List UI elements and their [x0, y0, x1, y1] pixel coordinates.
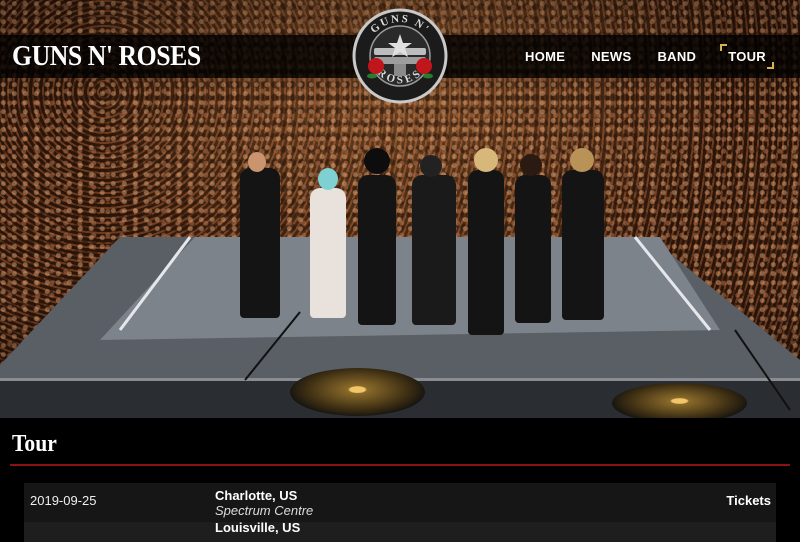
- band-member: [358, 175, 396, 325]
- event-city: Charlotte, US: [215, 488, 298, 503]
- nav-tour[interactable]: TOUR: [720, 44, 774, 69]
- event-date: 2019-09-25: [30, 493, 97, 508]
- band-member: [515, 175, 551, 323]
- tickets-link[interactable]: Tickets: [726, 493, 771, 508]
- band-member: [412, 175, 456, 325]
- rose-icon: [416, 58, 432, 74]
- nav-news[interactable]: NEWS: [591, 49, 631, 64]
- nav-band[interactable]: BAND: [657, 49, 696, 64]
- cymbal: [612, 383, 747, 418]
- tour-section: Tour 2019-09-25 Charlotte, US Spectrum C…: [0, 418, 800, 542]
- band-member: [562, 170, 604, 320]
- section-title: Tour: [12, 431, 57, 457]
- cymbal: [290, 368, 425, 416]
- rose-icon: [368, 58, 384, 74]
- band-member: [310, 188, 346, 318]
- band-member: [468, 170, 504, 335]
- nav-home[interactable]: HOME: [525, 49, 565, 64]
- main-nav: HOME NEWS BAND TOUR: [525, 35, 774, 78]
- event-venue: Spectrum Centre: [215, 503, 314, 518]
- divider: [10, 464, 790, 466]
- band-member: [240, 168, 280, 318]
- tour-row: Louisville, US: [24, 520, 776, 542]
- gnr-emblem-logo[interactable]: GUNS N' ROSES: [352, 8, 448, 104]
- brand-logo-text[interactable]: GUNS N' ROSES: [12, 41, 201, 73]
